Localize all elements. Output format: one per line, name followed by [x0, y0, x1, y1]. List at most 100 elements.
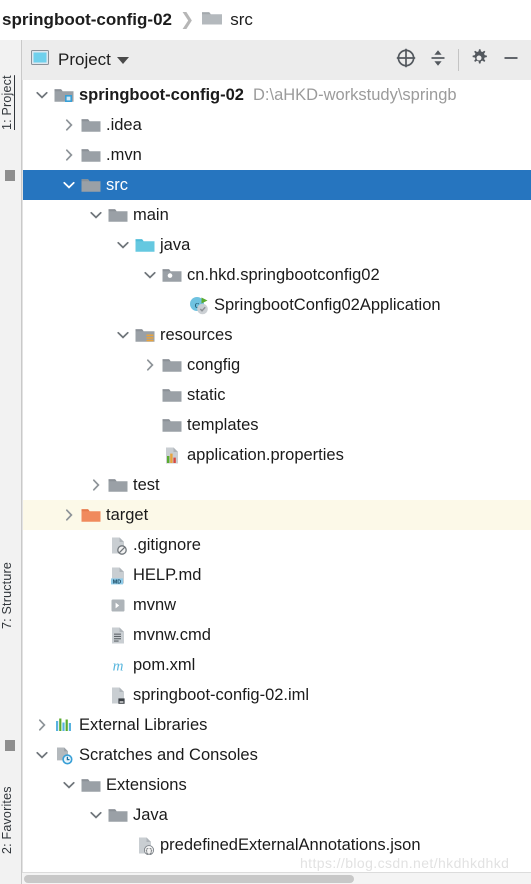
breadcrumb-item-project[interactable]: springboot-config-02 [2, 10, 172, 30]
toolwindow-button-structure[interactable]: 7: Structure [0, 530, 21, 660]
project-module-icon [53, 80, 75, 110]
tree-row[interactable]: application.properties [23, 440, 531, 470]
tree-row[interactable]: c SpringbootConfig02Application [23, 290, 531, 320]
tree-row[interactable]: {} predefinedExternalAnnotations.json [23, 830, 531, 860]
tree-row[interactable]: Scratches and Consoles [23, 740, 531, 770]
tree-row-label: .mvn [106, 145, 142, 164]
tree-row[interactable]: java [23, 230, 531, 260]
tree-row-label: predefinedExternalAnnotations.json [160, 835, 421, 854]
tree-row[interactable]: resources [23, 320, 531, 350]
strip-nub [5, 740, 15, 751]
folder-icon [80, 770, 102, 800]
chevron-down-icon[interactable] [112, 230, 134, 260]
tree-row[interactable]: Extensions [23, 770, 531, 800]
breadcrumb: springboot-config-02 ❯ src [0, 0, 531, 40]
shell-script-icon [107, 590, 129, 620]
chevron-right-icon[interactable] [85, 470, 107, 500]
tree-row-path: D:\aHKD-workstudy\springb [252, 85, 457, 104]
tree-row[interactable]: cn.hkd.springbootconfig02 [23, 260, 531, 290]
strip-nub [5, 170, 15, 181]
tree-row[interactable]: m pom.xml [23, 650, 531, 680]
tree-row-label: resources [160, 325, 233, 344]
chevron-right-icon[interactable] [139, 350, 161, 380]
chevron-right-icon[interactable] [58, 500, 80, 530]
external-libraries-icon [53, 710, 75, 740]
chevron-down-icon[interactable] [31, 740, 53, 770]
chevron-right-icon[interactable] [58, 110, 80, 140]
tree-row[interactable]: Java [23, 800, 531, 830]
chevron-down-icon[interactable] [112, 320, 134, 350]
tree-row[interactable]: springboot-config-02 D:\aHKD-workstudy\sp… [23, 80, 531, 110]
resource-root-icon [134, 320, 156, 350]
tree-row[interactable]: test [23, 470, 531, 500]
tree-row[interactable]: .gitignore [23, 530, 531, 560]
toolwindow-button-project[interactable]: 1: Project [0, 48, 21, 158]
toolbar-divider [458, 49, 459, 71]
folder-icon [80, 170, 102, 200]
tree-row[interactable]: mvnw.cmd [23, 620, 531, 650]
tree-row[interactable]: congfig [23, 350, 531, 380]
chevron-down-icon[interactable] [31, 80, 53, 110]
folder-icon [161, 410, 183, 440]
breadcrumb-project-name: springboot-config-02 [2, 10, 172, 29]
tree-row-label: springboot-config-02.iml [133, 685, 310, 704]
tree-row[interactable]: src [23, 170, 531, 200]
tree-row[interactable]: MD HELP.md [23, 560, 531, 590]
tree-row-label: application.properties [187, 445, 344, 464]
tree-row-label: congfig [187, 355, 241, 374]
spring-class-icon: c [188, 290, 210, 320]
chevron-down-icon[interactable] [58, 770, 80, 800]
folder-icon [107, 470, 129, 500]
folder-icon [80, 140, 102, 170]
project-tree[interactable]: springboot-config-02 D:\aHKD-workstudy\sp… [23, 80, 531, 872]
horizontal-scrollbar[interactable] [22, 872, 531, 884]
chevron-right-icon[interactable] [58, 140, 80, 170]
chevron-right-icon[interactable] [31, 710, 53, 740]
collapse-all-button[interactable] [422, 45, 454, 75]
tree-row[interactable]: .idea [23, 110, 531, 140]
folder-icon [161, 350, 183, 380]
toolwindow-button-favorites[interactable]: 2: Favorites [0, 755, 21, 884]
settings-button[interactable] [463, 45, 495, 75]
chevron-down-icon[interactable] [85, 200, 107, 230]
chevron-down-icon[interactable] [58, 170, 80, 200]
maven-icon: m [107, 650, 129, 680]
hide-panel-button[interactable] [495, 45, 527, 75]
svg-text:m: m [113, 658, 124, 674]
chevron-down-icon[interactable] [116, 56, 129, 64]
scrollbar-thumb[interactable] [24, 875, 354, 883]
tree-row[interactable]: static [23, 380, 531, 410]
folder-icon [161, 380, 183, 410]
tree-row[interactable]: main [23, 200, 531, 230]
tree-row-label: springboot-config-02 [79, 85, 244, 104]
tree-row[interactable]: springboot-config-02.iml [23, 680, 531, 710]
tree-row[interactable]: mvnw [23, 590, 531, 620]
package-icon [161, 260, 183, 290]
chevron-down-icon[interactable] [139, 260, 161, 290]
svg-text:{}: {} [145, 847, 153, 854]
folder-icon [80, 110, 102, 140]
tree-row[interactable]: target [23, 500, 531, 530]
chevron-down-icon[interactable] [85, 800, 107, 830]
tree-row[interactable]: .mvn [23, 140, 531, 170]
locate-in-tree-button[interactable] [390, 45, 422, 75]
tree-row-label: Java [133, 805, 168, 824]
breadcrumb-item-src[interactable]: src [201, 9, 253, 32]
tree-row[interactable]: External Libraries [23, 710, 531, 740]
tree-row-label: .gitignore [133, 535, 201, 554]
tree-row-label: cn.hkd.springbootconfig02 [187, 265, 380, 284]
properties-file-icon [161, 440, 183, 470]
tree-row-label: pom.xml [133, 655, 196, 674]
tree-row-label: mvnw.cmd [133, 625, 211, 644]
markdown-file-icon: MD [107, 560, 129, 590]
gear-icon [468, 47, 490, 74]
project-view-icon [30, 48, 50, 73]
tree-row[interactable]: templates [23, 410, 531, 440]
